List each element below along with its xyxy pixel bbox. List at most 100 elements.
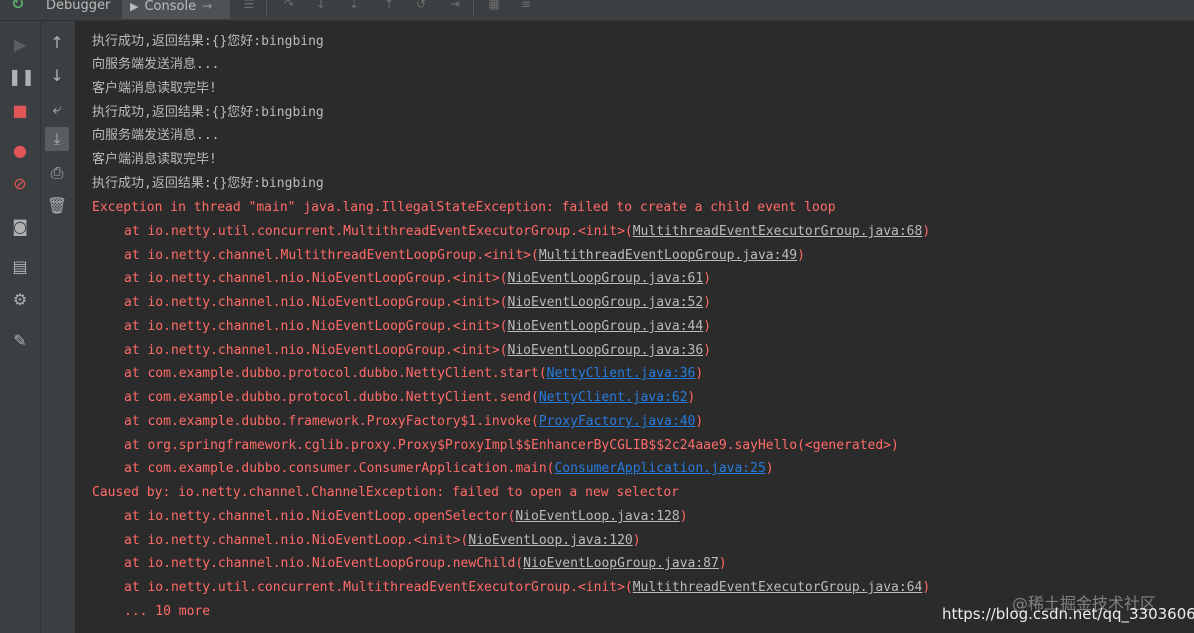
console-line: 执行成功,返回结果:{}您好:bingbing <box>92 105 324 120</box>
evaluate-expression-icon[interactable]: ▦ <box>486 0 502 12</box>
arrow-down-icon[interactable]: ↓ <box>45 64 69 88</box>
source-link[interactable]: NioEventLoop.java:128 <box>515 509 679 524</box>
stack-frame: at io.netty.channel.nio.NioEventLoop.ope… <box>124 508 688 526</box>
exception-line: Exception in thread "main" java.lang.Ill… <box>92 200 836 215</box>
console-line: 向服务端发送消息... <box>92 128 220 143</box>
pause-icon[interactable]: ❚❚ <box>8 65 35 89</box>
watermark-csdn: https://blog.csdn.net/qq_33036061 <box>942 605 1194 623</box>
debug-toolbar: ↻ Debugger ▶ Console → ☰ ↷ ↓ ⇣ ↑ ↺ ⇥ ▦ ≡ <box>0 0 1194 21</box>
frame-text: at com.example.dubbo.framework.ProxyFact… <box>124 414 539 429</box>
frame-suffix: ) <box>632 533 641 548</box>
source-link[interactable]: MultithreadEventExecutorGroup.java:64 <box>633 580 923 595</box>
scroll-to-end-icon[interactable]: ⤓ <box>45 127 69 151</box>
stack-frame: at io.netty.util.concurrent.MultithreadE… <box>124 223 930 241</box>
pin-icon[interactable]: ✎ <box>8 329 32 353</box>
console-line: 向服务端发送消息... <box>92 57 220 72</box>
trash-icon[interactable]: 🗑 <box>45 194 69 218</box>
soft-wrap-icon[interactable]: ⤶ <box>45 97 69 121</box>
step-out-icon[interactable]: ↑ <box>381 0 397 12</box>
frame-suffix: ) <box>695 414 704 429</box>
frame-suffix: ) <box>922 224 931 239</box>
stop-icon[interactable]: ■ <box>8 99 32 123</box>
stack-frame: at io.netty.channel.nio.NioEventLoop.<in… <box>124 532 641 550</box>
console-line: 执行成功,返回结果:{}您好:bingbing <box>92 176 324 191</box>
source-link[interactable]: NioEventLoopGroup.java:36 <box>508 343 704 358</box>
frame-text: at io.netty.channel.nio.NioEventLoopGrou… <box>124 556 524 571</box>
stack-frame: at io.netty.util.concurrent.MultithreadE… <box>124 579 930 597</box>
source-link[interactable]: MultithreadEventExecutorGroup.java:68 <box>633 224 923 239</box>
source-link[interactable]: ConsumerApplication.java:25 <box>554 461 765 476</box>
camera-icon[interactable]: ◙ <box>8 215 32 239</box>
frame-suffix: ) <box>718 556 727 571</box>
debug-actions-toolbar: ▶ ❚❚ ■ ● ⊘ ◙ ▤ ⚙ ✎ <box>0 21 41 633</box>
toolbar-separator <box>266 0 267 16</box>
stack-frame: at org.springframework.cglib.proxy.Proxy… <box>124 438 899 453</box>
arrow-up-icon[interactable]: ↑ <box>45 31 69 55</box>
frame-suffix: ) <box>703 343 712 358</box>
tab-console[interactable]: ▶ Console → <box>122 0 230 19</box>
tab-debugger[interactable]: Debugger <box>46 0 110 19</box>
mute-breakpoints-icon[interactable]: ⊘ <box>8 172 32 196</box>
frame-text: at io.netty.channel.nio.NioEventLoopGrou… <box>124 295 508 310</box>
trace-icon[interactable]: ≡ <box>518 0 534 12</box>
stack-frame: at io.netty.channel.MultithreadEventLoop… <box>124 247 805 265</box>
stack-frame: at io.netty.channel.nio.NioEventLoopGrou… <box>124 294 711 312</box>
frame-text: at com.example.dubbo.consumer.ConsumerAp… <box>124 461 555 476</box>
drop-frame-icon[interactable]: ↺ <box>413 0 429 12</box>
resume-icon[interactable]: ▶ <box>8 33 32 57</box>
stack-frame: at com.example.dubbo.protocol.dubbo.Nett… <box>124 365 703 383</box>
force-step-into-icon[interactable]: ⇣ <box>346 0 362 12</box>
console-line: 客户端消息读取完毕! <box>92 152 217 167</box>
console-line: 执行成功,返回结果:{}您好:bingbing <box>92 34 324 49</box>
frame-text: at io.netty.util.concurrent.MultithreadE… <box>124 224 633 239</box>
view-breakpoints-icon[interactable]: ● <box>8 139 32 163</box>
tab-console-label: Console <box>144 0 197 14</box>
source-link[interactable]: ProxyFactory.java:40 <box>539 414 696 429</box>
stack-frame: at com.example.dubbo.consumer.ConsumerAp… <box>124 460 774 478</box>
frame-suffix: ) <box>703 319 712 334</box>
print-icon[interactable]: ⎙ <box>45 161 69 185</box>
toolbar-separator <box>473 0 474 16</box>
source-link[interactable]: NioEventLoopGroup.java:87 <box>523 556 719 571</box>
rerun-icon[interactable]: ↻ <box>11 0 24 13</box>
arrow-right-icon: → <box>202 0 213 13</box>
console-output[interactable]: 执行成功,返回结果:{}您好:bingbing 向服务端发送消息... 客户端消… <box>76 21 1194 633</box>
console-actions-toolbar: ↑ ↓ ⤶ ⤓ ⎙ 🗑 <box>41 21 76 633</box>
console-icon: ▶ <box>130 0 139 13</box>
frame-suffix: ) <box>797 248 805 263</box>
frame-text: at io.netty.channel.nio.NioEventLoopGrou… <box>124 319 508 334</box>
source-link[interactable]: MultithreadEventLoopGroup.java:49 <box>539 248 797 263</box>
frame-text: at io.netty.channel.nio.NioEventLoopGrou… <box>124 343 508 358</box>
frame-text: at io.netty.channel.nio.NioEventLoop.ope… <box>124 509 516 524</box>
menu-icon[interactable]: ☰ <box>241 0 257 12</box>
gear-icon[interactable]: ⚙ <box>8 288 32 312</box>
step-into-icon[interactable]: ↓ <box>313 0 329 12</box>
frame-suffix: ) <box>687 390 696 405</box>
frame-text: at io.netty.channel.MultithreadEventLoop… <box>124 248 539 263</box>
layout-icon[interactable]: ▤ <box>8 255 32 279</box>
stack-frame: at io.netty.channel.nio.NioEventLoopGrou… <box>124 318 711 336</box>
frame-text: at com.example.dubbo.protocol.dubbo.Nett… <box>124 390 539 405</box>
frame-suffix: ) <box>765 461 774 476</box>
console-line: 客户端消息读取完毕! <box>92 81 217 96</box>
stack-frame: at io.netty.channel.nio.NioEventLoopGrou… <box>124 555 727 573</box>
stack-frame: at com.example.dubbo.protocol.dubbo.Nett… <box>124 389 695 407</box>
stack-frame: at io.netty.channel.nio.NioEventLoopGrou… <box>124 342 711 360</box>
caused-by-line: Caused by: io.netty.channel.ChannelExcep… <box>92 485 679 500</box>
run-to-cursor-icon[interactable]: ⇥ <box>447 0 463 12</box>
source-link[interactable]: NioEventLoopGroup.java:61 <box>508 271 704 286</box>
frame-text: at io.netty.util.concurrent.MultithreadE… <box>124 580 633 595</box>
source-link[interactable]: NioEventLoop.java:120 <box>468 533 632 548</box>
stack-frame: at com.example.dubbo.framework.ProxyFact… <box>124 413 703 431</box>
source-link[interactable]: NettyClient.java:36 <box>547 366 696 381</box>
source-link[interactable]: NioEventLoopGroup.java:52 <box>508 295 704 310</box>
step-over-icon[interactable]: ↷ <box>281 0 297 12</box>
source-link[interactable]: NioEventLoopGroup.java:44 <box>508 319 704 334</box>
frame-text: at com.example.dubbo.protocol.dubbo.Nett… <box>124 366 547 381</box>
frame-suffix: ) <box>679 509 688 524</box>
frame-text: at io.netty.channel.nio.NioEventLoopGrou… <box>124 271 508 286</box>
source-link[interactable]: NettyClient.java:62 <box>539 390 688 405</box>
frame-suffix: ) <box>703 271 712 286</box>
stack-frame: at io.netty.channel.nio.NioEventLoopGrou… <box>124 270 711 288</box>
frame-suffix: ) <box>703 295 712 310</box>
